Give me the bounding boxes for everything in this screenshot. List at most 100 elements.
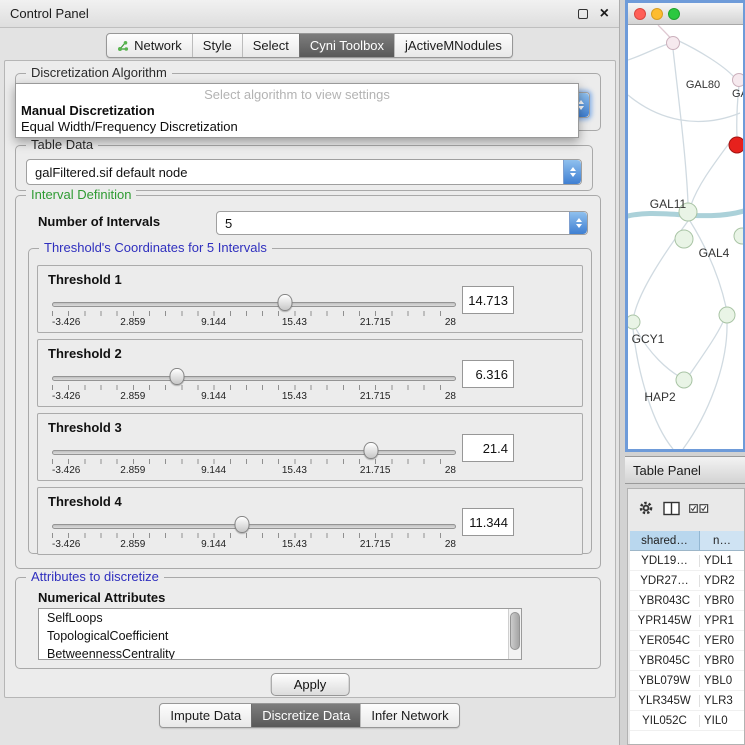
number-of-intervals-stepper-icon[interactable] xyxy=(569,212,587,234)
minimize-traffic-light-button[interactable] xyxy=(651,8,663,20)
tab-impute-data[interactable]: Impute Data xyxy=(160,704,251,727)
numerical-attributes-list[interactable]: SelfLoops TopologicalCoefficient Between… xyxy=(38,608,522,660)
close-icon[interactable]: × xyxy=(600,6,609,22)
control-panel-titlebar: Control Panel × xyxy=(0,0,619,28)
gear-icon[interactable] xyxy=(638,500,654,516)
threshold-4-slider[interactable]: -3.426 2.859 9.144 15.43 21.715 28 xyxy=(52,514,456,554)
scale-tick-label: 15.43 xyxy=(282,539,307,550)
selected-node[interactable] xyxy=(729,137,743,153)
cell: YER0 xyxy=(700,635,744,647)
list-scrollbar[interactable] xyxy=(508,609,521,659)
column-header-name[interactable]: n… xyxy=(700,531,744,551)
threshold-4-value-field[interactable]: 11.344 xyxy=(462,508,514,536)
algorithm-option-manual-discretization[interactable]: Manual Discretization xyxy=(16,103,578,119)
threshold-3-value-field[interactable]: 21.4 xyxy=(462,434,514,462)
table-row[interactable]: YBR043C YBR0 xyxy=(630,591,744,611)
network-graph[interactable]: GAL80 GA GAL11 GAL4 GCY1 HAP2 xyxy=(628,25,743,449)
number-of-intervals-value: 5 xyxy=(217,216,569,231)
slider-thumb[interactable] xyxy=(170,368,185,385)
threshold-2-slider[interactable]: -3.426 2.859 9.144 15.43 21.715 28 xyxy=(52,366,456,406)
algorithm-option-equal-width-frequency[interactable]: Equal Width/Frequency Discretization xyxy=(16,119,578,135)
tab-network[interactable]: Network xyxy=(107,34,192,57)
node[interactable] xyxy=(675,230,693,248)
table-row[interactable]: YDR27… YDR2 xyxy=(630,571,744,591)
tab-style[interactable]: Style xyxy=(192,34,242,57)
cell: YDR2 xyxy=(700,575,744,587)
tab-cyni-toolbox[interactable]: Cyni Toolbox xyxy=(299,34,394,57)
network-window-titlebar xyxy=(628,3,743,25)
table-data-combobox-value: galFiltered.sif default node xyxy=(27,165,563,180)
select-columns-icon[interactable] xyxy=(689,504,709,513)
attributes-group: Attributes to discretize Numerical Attri… xyxy=(15,577,601,669)
table-data-combobox[interactable]: galFiltered.sif default node xyxy=(26,159,582,185)
threshold-1-slider[interactable]: -3.426 2.859 9.144 15.43 21.715 28 xyxy=(52,292,456,332)
threshold-1-label: Threshold 1 xyxy=(48,272,122,287)
slider-ticks xyxy=(52,533,456,538)
interval-definition-group: Interval Definition Number of Intervals … xyxy=(15,195,601,569)
table-data-group: Table Data galFiltered.sif default node xyxy=(15,145,593,191)
slider-track[interactable] xyxy=(52,302,456,307)
slider-track[interactable] xyxy=(52,450,456,455)
table-row[interactable]: YDL19… YDL1 xyxy=(630,551,744,571)
node[interactable] xyxy=(733,74,744,87)
slider-track[interactable] xyxy=(52,376,456,381)
cell: YPR145W xyxy=(630,615,700,627)
network-canvas[interactable]: GAL80 GA GAL11 GAL4 GCY1 HAP2 xyxy=(628,25,743,449)
number-of-intervals-combobox[interactable]: 5 xyxy=(216,211,588,235)
top-tab-row: Network Style Select Cyni Toolbox jActiv… xyxy=(0,33,619,58)
algorithm-placeholder-option[interactable]: Select algorithm to view settings xyxy=(16,87,578,103)
list-item-topologicalcoefficient[interactable]: TopologicalCoefficient xyxy=(39,627,521,645)
scale-tick-label: -3.426 xyxy=(52,539,80,550)
table-row[interactable]: YBR045C YBR0 xyxy=(630,651,744,671)
apply-button[interactable]: Apply xyxy=(271,673,350,696)
table-data-combobox-stepper-icon[interactable] xyxy=(563,160,581,184)
cell: YDR27… xyxy=(630,575,700,587)
cell: YBL079W xyxy=(630,675,700,687)
network-icon xyxy=(117,40,129,52)
cell: YBL0 xyxy=(700,675,744,687)
slider-thumb[interactable] xyxy=(364,442,379,459)
scale-tick-label: 15.43 xyxy=(282,465,307,476)
table-row[interactable]: YER054C YER0 xyxy=(630,631,744,651)
scale-tick-label: 21.715 xyxy=(360,317,391,328)
list-scrollbar-thumb[interactable] xyxy=(510,612,520,650)
threshold-1-value-field[interactable]: 14.713 xyxy=(462,286,514,314)
slider-track[interactable] xyxy=(52,524,456,529)
column-layout-icon[interactable] xyxy=(663,501,680,516)
slider-thumb[interactable] xyxy=(278,294,293,311)
scale-tick-label: -3.426 xyxy=(52,317,80,328)
node-label-partial: GA xyxy=(732,88,743,100)
table-row[interactable]: YBL079W YBL0 xyxy=(630,671,744,691)
discretization-algorithm-group-label: Discretization Algorithm xyxy=(26,65,172,80)
node[interactable] xyxy=(676,372,692,388)
node[interactable] xyxy=(719,307,735,323)
close-traffic-light-button[interactable] xyxy=(634,8,646,20)
node[interactable] xyxy=(667,37,680,50)
table-row[interactable]: YPR145W YPR1 xyxy=(630,611,744,631)
list-item-betweennesscentrality[interactable]: BetweennessCentrality xyxy=(39,645,521,660)
tab-select[interactable]: Select xyxy=(242,34,299,57)
slider-thumb[interactable] xyxy=(234,516,249,533)
tab-jactivemnodules[interactable]: jActiveMNodules xyxy=(394,34,512,57)
tab-infer-network[interactable]: Infer Network xyxy=(360,704,458,727)
column-header-shared[interactable]: shared… xyxy=(630,531,700,551)
list-item-selfloops[interactable]: SelfLoops xyxy=(39,609,521,627)
float-window-icon[interactable] xyxy=(578,9,588,19)
cell: YLR345W xyxy=(630,695,700,707)
node[interactable] xyxy=(734,228,743,244)
threshold-2-value-field[interactable]: 6.316 xyxy=(462,360,514,388)
attributes-group-label: Attributes to discretize xyxy=(26,569,164,584)
scale-tick-label: 15.43 xyxy=(282,317,307,328)
bottom-tab-row: Impute Data Discretize Data Infer Networ… xyxy=(0,703,619,728)
table-row[interactable]: YLR345W YLR3 xyxy=(630,691,744,711)
table-row[interactable]: YIL052C YIL0 xyxy=(630,711,744,731)
cell: YBR0 xyxy=(700,595,744,607)
tab-cyni-toolbox-label: Cyni Toolbox xyxy=(310,38,384,53)
algorithm-dropdown-popup: Select algorithm to view settings Manual… xyxy=(15,83,579,138)
tab-discretize-data[interactable]: Discretize Data xyxy=(251,704,360,727)
up-arrow-icon xyxy=(576,218,582,222)
threshold-3-slider[interactable]: -3.426 2.859 9.144 15.43 21.715 28 xyxy=(52,440,456,480)
tab-impute-data-label: Impute Data xyxy=(170,708,241,723)
node[interactable] xyxy=(628,315,640,329)
zoom-traffic-light-button[interactable] xyxy=(668,8,680,20)
